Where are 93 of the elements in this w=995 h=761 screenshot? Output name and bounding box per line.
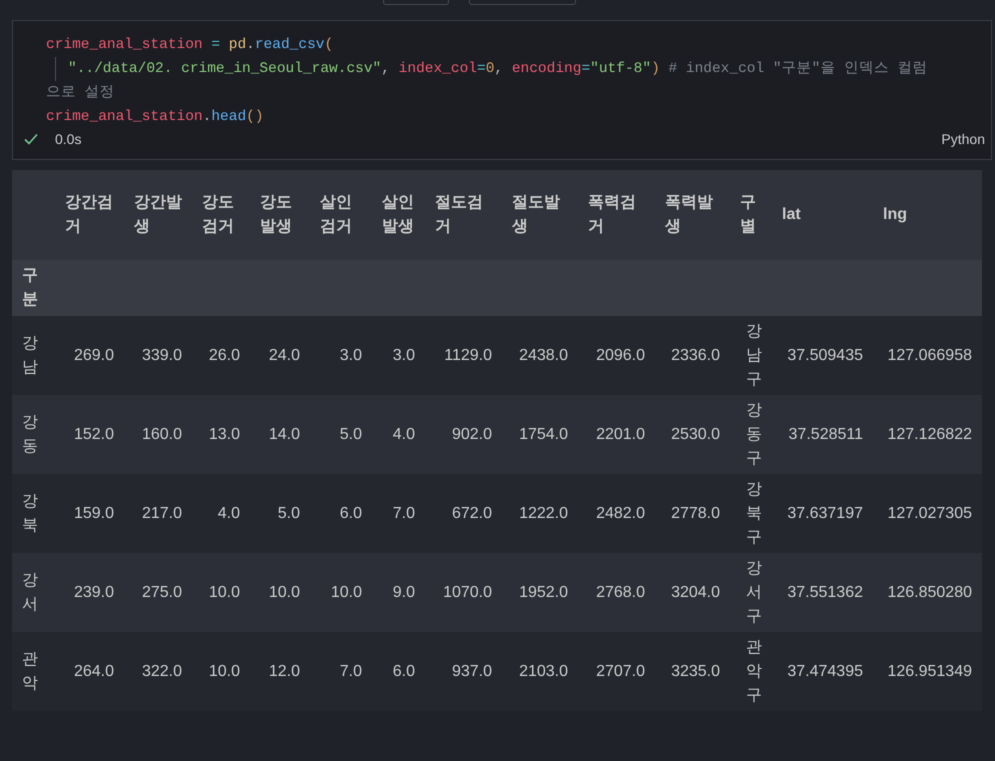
table-cell: 37.509435 [787, 346, 863, 364]
table-cell: 13.0 [208, 426, 240, 442]
table-cell: 관악구 [746, 638, 762, 704]
table-cell: 275.0 [142, 584, 182, 600]
table-cell: 2438.0 [519, 346, 568, 364]
column-header: 구별 [740, 194, 756, 235]
table-cell: 7.0 [392, 504, 415, 522]
table-cell: 2768.0 [596, 584, 645, 600]
table-cell: 2096.0 [596, 346, 645, 364]
table-cell: 269.0 [74, 346, 114, 364]
column-header: 폭력발생 [665, 194, 713, 235]
table-cell: 5.0 [278, 504, 300, 522]
table-cell: 2530.0 [671, 426, 720, 442]
table-cell: 159.0 [74, 504, 114, 522]
table-cell: 12.0 [268, 662, 300, 680]
table-cell: 10.0 [208, 584, 240, 600]
table-cell: 217.0 [142, 504, 182, 522]
table-cell: 37.528511 [788, 426, 863, 442]
table-cell: 672.0 [452, 504, 492, 522]
table-cell: 7.0 [340, 662, 362, 680]
table-cell: 3.0 [340, 346, 362, 364]
column-header: 절도발생 [512, 194, 560, 235]
row-index: 관악 [22, 650, 38, 692]
table-cell: 1222.0 [519, 504, 568, 522]
execution-time: 0.0s [55, 131, 82, 147]
row-index: 강동 [22, 414, 38, 454]
cell-toolbar-button[interactable] [383, 0, 449, 5]
table-cell: 강북구 [746, 480, 762, 546]
row-index: 강북 [22, 492, 38, 534]
table-cell: 1754.0 [519, 426, 568, 442]
table-cell: 1952.0 [519, 584, 568, 600]
column-header: 강도발생 [260, 194, 292, 235]
table-cell: 3204.0 [671, 584, 720, 600]
table-cell: 10.0 [208, 662, 240, 680]
table-cell: 4.0 [392, 426, 415, 442]
table-cell: 37.551362 [787, 584, 863, 600]
table-cell: 14.0 [268, 426, 300, 442]
cell-toolbar-button[interactable] [469, 0, 576, 5]
table-cell: 10.0 [268, 584, 300, 600]
code-line: crime_anal_station = pd.read_csv( [46, 36, 334, 55]
column-header: 강도검거 [202, 194, 234, 235]
table-cell: 322.0 [142, 662, 182, 680]
table-cell: 강동구 [746, 402, 762, 466]
table-cell: 126.951349 [887, 662, 972, 680]
column-header: 폭력검거 [588, 194, 636, 235]
table-cell: 902.0 [452, 426, 492, 442]
code-line: "../data/02. crime_in_Seoul_raw.csv", index_col=0, encoding="utf-8") # index_col "구분"을 인덱스 컬럼 [55, 57, 928, 81]
table-cell: 4.0 [218, 504, 240, 522]
table-cell: 1129.0 [444, 346, 492, 364]
code-line: crime_anal_station.head() [46, 108, 264, 127]
table-cell: 9.0 [392, 584, 415, 600]
table-cell: 126.850280 [887, 584, 972, 600]
table-cell: 3235.0 [671, 662, 720, 680]
code-cell[interactable]: crime_anal_station = pd.read_csv( "../data/02. crime_in_Seoul_raw.csv", index_col=0, encoding="utf-8") # index_col "구분"을 인덱스 컬럼 으로 설정 crime_anal_station.head() 0.0s Python [12, 20, 992, 160]
table-cell: 127.066958 [887, 346, 972, 364]
table-cell: 37.474395 [787, 662, 863, 680]
table-cell: 2201.0 [596, 426, 645, 442]
table-cell: 3.0 [392, 346, 415, 364]
column-header: 살인검거 [320, 194, 352, 235]
table-cell: 2103.0 [519, 662, 568, 680]
table-cell: 강서구 [746, 560, 762, 624]
table-cell: 239.0 [74, 584, 114, 600]
table-cell: 37.637197 [787, 504, 863, 522]
table-cell: 2707.0 [596, 662, 645, 680]
table-cell: 강남구 [746, 322, 762, 388]
table-cell: 24.0 [268, 346, 300, 364]
table-cell: 1070.0 [443, 584, 492, 600]
table-cell: 264.0 [74, 662, 114, 680]
table-cell: 2778.0 [671, 504, 720, 522]
table-cell: 5.0 [340, 426, 362, 442]
row-index: 강남 [22, 334, 38, 376]
table-cell: 160.0 [142, 426, 182, 442]
code-line: 으로 설정 [46, 84, 115, 103]
table-cell: 127.027305 [887, 504, 972, 522]
index-name: 구분 [22, 267, 38, 308]
table-cell: 2482.0 [596, 504, 645, 522]
row-index: 강서 [22, 572, 38, 612]
language-label[interactable]: Python [941, 131, 985, 147]
table-cell: 26.0 [208, 346, 240, 364]
table-cell: 937.0 [452, 662, 492, 680]
table-cell: 6.0 [340, 504, 362, 522]
table-cell: 339.0 [142, 346, 182, 364]
table-cell: 6.0 [392, 662, 415, 680]
column-header: lng [883, 206, 907, 223]
column-header: 강간검거 [65, 194, 113, 235]
table-cell: 127.126822 [887, 426, 972, 442]
table-cell: 2336.0 [671, 346, 720, 364]
table-cell: 152.0 [74, 426, 114, 442]
column-header: 강간발생 [134, 194, 182, 235]
column-header: 살인발생 [382, 194, 414, 235]
column-header: lat [782, 206, 801, 223]
table-cell: 10.0 [330, 584, 362, 600]
column-header: 절도검거 [435, 194, 483, 235]
